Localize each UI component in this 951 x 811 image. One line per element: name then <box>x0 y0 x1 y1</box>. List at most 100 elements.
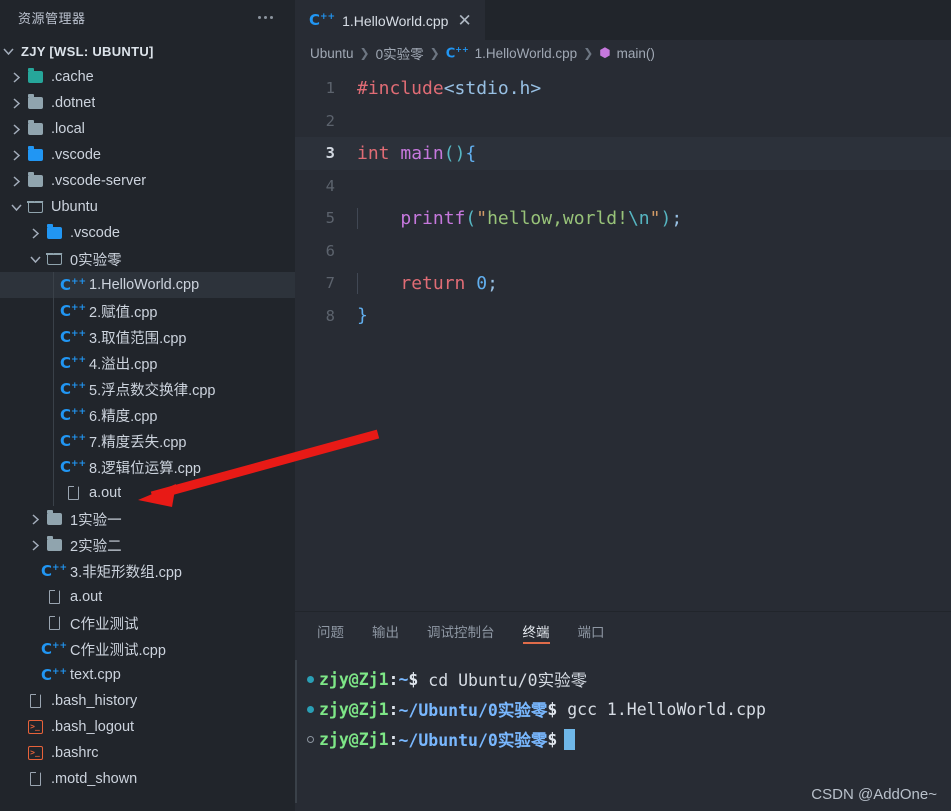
chevron-right-icon[interactable] <box>8 71 24 83</box>
item-icon <box>62 485 84 500</box>
panel-tabs[interactable]: 问题 输出 调试控制台 终端 端口 <box>295 612 951 650</box>
chevron-right-icon[interactable] <box>8 175 24 187</box>
item-icon <box>24 146 46 161</box>
chevron-right-icon[interactable] <box>8 123 24 135</box>
breadcrumb-item-3[interactable]: main() <box>617 46 655 61</box>
tree-item-22[interactable]: C++ C作业测试.cpp <box>0 636 295 662</box>
tree-item-19[interactable]: C++ 3.非矩形数组.cpp <box>0 558 295 584</box>
explorer-header: 资源管理器 <box>0 0 295 35</box>
item-icon <box>43 615 65 630</box>
file-tree[interactable]: ZJY [WSL: UBUNTU] .cache .dotnet .local .vsc… <box>0 35 295 792</box>
code-line-6[interactable]: 6 <box>295 235 951 268</box>
terminal-dollar: $ <box>547 729 558 749</box>
panel-tab-2[interactable]: 调试控制台 <box>427 612 495 650</box>
tree-item-6[interactable]: .vscode <box>0 220 295 246</box>
tree-item-21[interactable]: C作业测试 <box>0 610 295 636</box>
tree-item-12[interactable]: C++ 5.浮点数交换律.cpp <box>0 376 295 402</box>
tree-item-3[interactable]: .vscode <box>0 142 295 168</box>
chevron-down-icon[interactable] <box>0 47 16 56</box>
tree-item-0[interactable]: .cache <box>0 64 295 90</box>
tree-item-14[interactable]: C++ 7.精度丢失.cpp <box>0 428 295 454</box>
file-icon <box>67 485 79 500</box>
tree-item-label: 5.浮点数交换律.cpp <box>89 382 216 399</box>
editor-tabbar: C++ 1.HelloWorld.cpp ✕ <box>295 0 951 40</box>
panel-tab-1[interactable]: 输出 <box>372 612 399 650</box>
panel-tab-0[interactable]: 问题 <box>317 612 344 650</box>
item-icon <box>43 224 65 239</box>
chevron-right-icon[interactable] <box>27 539 43 551</box>
code-line-8[interactable]: 8} <box>295 300 951 333</box>
chevron-right-icon[interactable] <box>8 149 24 161</box>
item-icon: C++ <box>41 641 67 657</box>
tree-item-18[interactable]: 2实验二 <box>0 532 295 558</box>
item-icon <box>24 172 46 187</box>
item-icon <box>43 536 65 551</box>
item-icon <box>24 200 46 213</box>
tab-helloworld-cpp[interactable]: C++ 1.HelloWorld.cpp ✕ <box>295 0 485 40</box>
close-icon[interactable]: ✕ <box>455 12 473 29</box>
tree-item-label: 2.赋值.cpp <box>89 304 158 321</box>
tree-item-25[interactable]: >_ .bash_logout <box>0 714 295 740</box>
tree-item-8[interactable]: C++ 1.HelloWorld.cpp <box>0 272 295 298</box>
terminal-command: cd Ubuntu/0实验零 <box>418 671 588 690</box>
item-icon <box>43 510 65 525</box>
code-line-5[interactable]: 5 printf("hellow,world!\n"); <box>295 202 951 235</box>
tree-item-9[interactable]: C++ 2.赋值.cpp <box>0 298 295 324</box>
tree-item-23[interactable]: C++ text.cpp <box>0 662 295 688</box>
item-icon: C++ <box>41 667 67 683</box>
tree-item-27[interactable]: .motd_shown <box>0 766 295 792</box>
folder-icon <box>27 146 43 161</box>
code-line-3[interactable]: 3 int main(){ <box>295 137 951 170</box>
terminal-colon: : <box>388 699 399 719</box>
chevron-down-icon[interactable] <box>8 203 24 212</box>
tree-item-label: 4.溢出.cpp <box>89 356 158 373</box>
tree-item-label: .vscode <box>70 225 120 241</box>
code-token: " <box>476 207 488 229</box>
item-icon <box>24 94 46 109</box>
tree-item-10[interactable]: C++ 3.取值范围.cpp <box>0 324 295 350</box>
breadcrumb[interactable]: Ubuntu ❯ 0实验零 ❯ C++ 1.HelloWorld.cpp ❯ ⬢ main() <box>295 40 951 66</box>
code-token: " <box>649 207 661 229</box>
code-line-7[interactable]: 7 return 0; <box>295 267 951 300</box>
code-editor[interactable]: 1 #include<stdio.h> 2 3 int main(){4 5 printf… <box>295 66 951 611</box>
chevron-right-icon[interactable] <box>8 97 24 109</box>
tree-item-label: .cache <box>51 69 94 85</box>
tree-item-1[interactable]: .dotnet <box>0 90 295 116</box>
terminal-command: gcc 1.HelloWorld.cpp <box>557 699 766 719</box>
item-icon: C++ <box>60 381 86 397</box>
tree-item-11[interactable]: C++ 4.溢出.cpp <box>0 350 295 376</box>
code-line-4[interactable]: 4 <box>295 170 951 203</box>
indent-guide <box>53 272 54 298</box>
panel-tab-3[interactable]: 终端 <box>522 612 550 650</box>
breadcrumb-item-1[interactable]: 0实验零 <box>376 43 424 63</box>
tree-item-16[interactable]: a.out <box>0 480 295 506</box>
chevron-down-icon[interactable] <box>27 255 43 264</box>
tree-item-15[interactable]: C++ 8.逻辑位运算.cpp <box>0 454 295 480</box>
chevron-right-icon[interactable] <box>27 513 43 525</box>
tree-item-13[interactable]: C++ 6.精度.cpp <box>0 402 295 428</box>
code-token: ; <box>487 272 498 294</box>
line-number: 1 <box>325 79 335 98</box>
tree-item-20[interactable]: a.out <box>0 584 295 610</box>
folder-icon <box>27 94 43 109</box>
tree-item-5[interactable]: Ubuntu <box>0 194 295 220</box>
panel-tab-4[interactable]: 端口 <box>578 612 605 650</box>
tree-item-26[interactable]: >_ .bashrc <box>0 740 295 766</box>
tree-item-4[interactable]: .vscode-server <box>0 168 295 194</box>
code-line-1[interactable]: 1 #include<stdio.h> <box>295 72 951 105</box>
ellipsis-icon[interactable] <box>258 16 281 19</box>
terminal-path: ~/Ubuntu/0实验零 <box>398 731 548 750</box>
chevron-right-icon[interactable] <box>27 227 43 239</box>
folder-icon <box>46 224 62 239</box>
explorer-sidebar: 资源管理器 ZJY [WSL: UBUNTU] .cache .dotnet .loc… <box>0 0 295 811</box>
code-line-2[interactable]: 2 <box>295 105 951 138</box>
breadcrumb-item-2[interactable]: 1.HelloWorld.cpp <box>475 46 578 61</box>
tree-item-24[interactable]: .bash_history <box>0 688 295 714</box>
item-icon: C++ <box>41 563 67 579</box>
cpp-icon: C++ <box>59 275 87 294</box>
tree-root[interactable]: ZJY [WSL: UBUNTU] <box>0 38 295 64</box>
tree-item-2[interactable]: .local <box>0 116 295 142</box>
tree-item-17[interactable]: 1实验一 <box>0 506 295 532</box>
breadcrumb-item-0[interactable]: Ubuntu <box>310 46 354 61</box>
tree-item-7[interactable]: 0实验零 <box>0 246 295 272</box>
